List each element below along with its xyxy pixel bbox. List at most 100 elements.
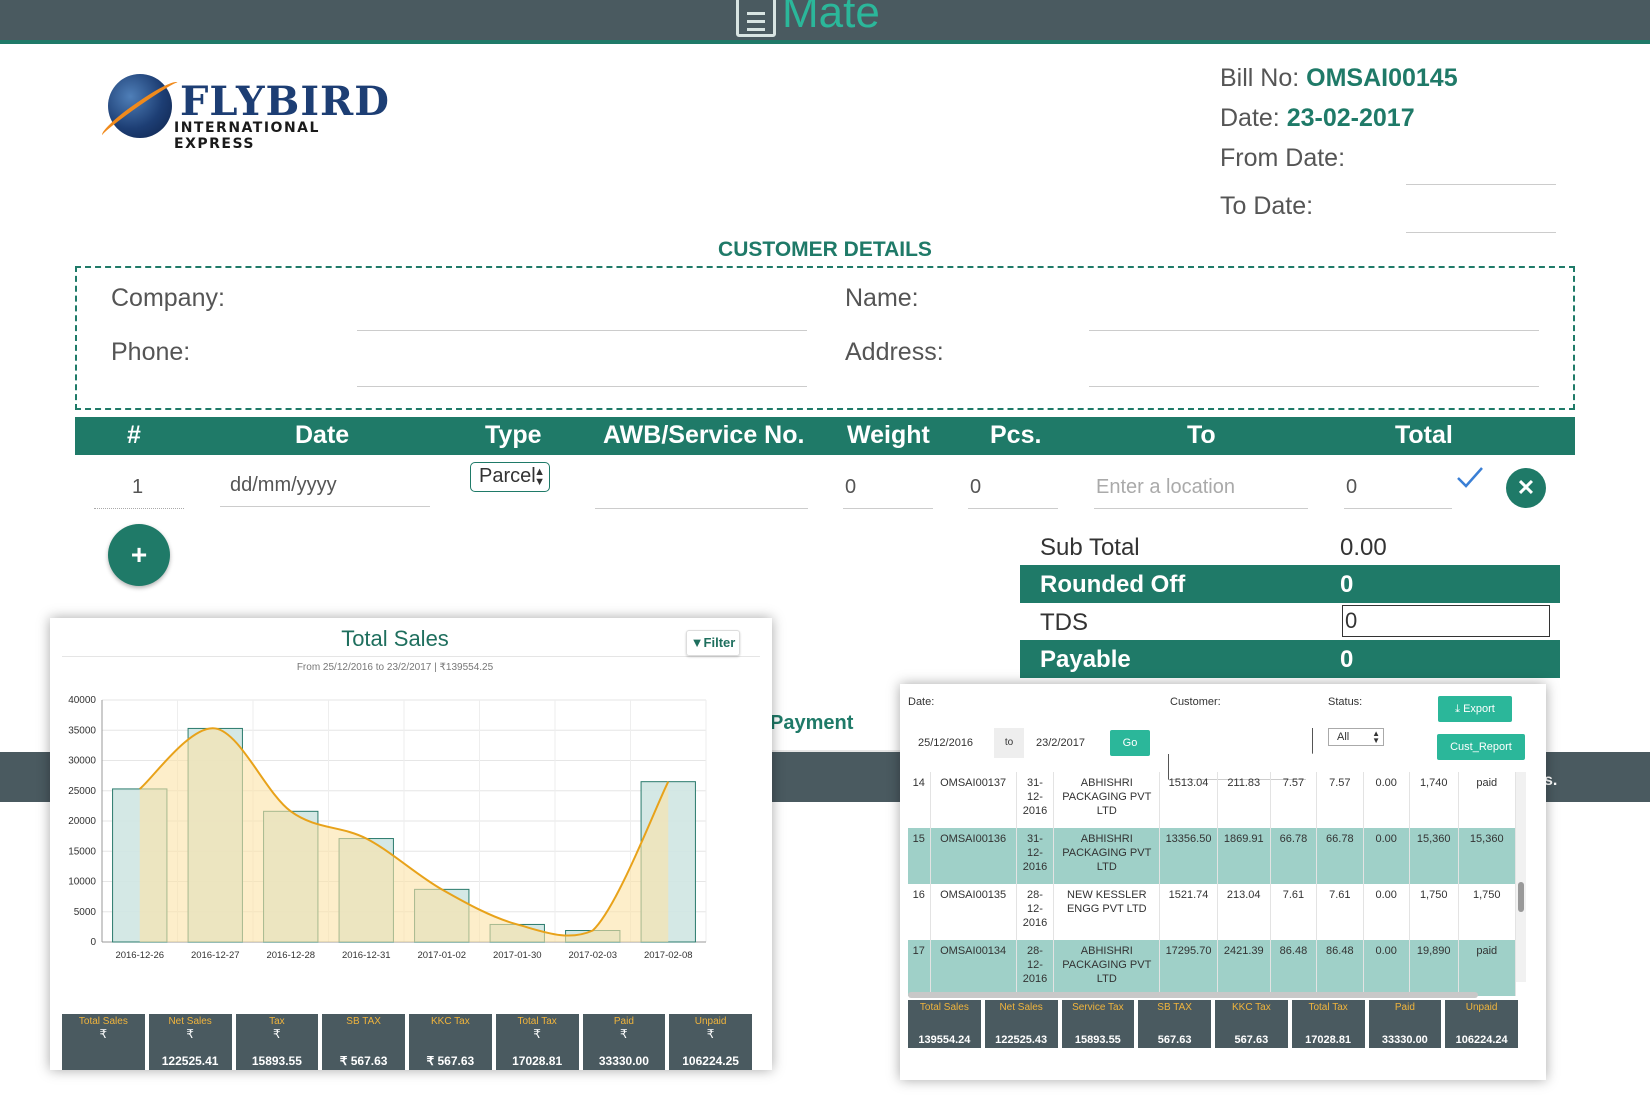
from-date-input[interactable] <box>1406 184 1556 185</box>
address-input[interactable] <box>1089 386 1539 387</box>
x-tick-label: 2017-01-02 <box>417 950 466 961</box>
currency-symbol: ₹ <box>533 1027 541 1041</box>
summary-heading: KKC Tax <box>431 1016 470 1027</box>
select-arrows-icon: ▲ ▼ <box>1372 729 1380 745</box>
sales-report-panel: Date: Customer: Status: ⤓ Export Cust_Re… <box>900 684 1546 1080</box>
export-button[interactable]: ⤓ Export <box>1438 696 1512 722</box>
go-button[interactable]: Go <box>1110 730 1150 756</box>
total-sales-panel: Total Sales From 25/12/2016 to 23/2/2017… <box>50 618 772 1070</box>
company-input[interactable] <box>357 330 807 331</box>
total-input[interactable]: 0 <box>1346 476 1357 499</box>
weight-input-line <box>843 508 933 509</box>
table-row[interactable]: 17 OMSAI00134 28- 12- 2016 ABHISHRI PACKAGING … <box>908 940 1516 996</box>
check-icon[interactable] <box>1456 466 1484 488</box>
rounded-off-row: Rounded Off 0 <box>1020 565 1560 603</box>
phone-input[interactable] <box>357 386 807 387</box>
chart-summary-cell: SB TAX ₹ 567.63 <box>322 1014 405 1070</box>
table-cell: 1,750 <box>1458 884 1516 940</box>
summary-value: 106224.24 <box>1455 1034 1508 1046</box>
table-cell: 213.04 <box>1217 884 1271 940</box>
table-cell: 1,740 <box>1409 772 1459 828</box>
rounded-off-label: Rounded Off <box>1040 571 1186 598</box>
app-logo: Mate <box>736 0 880 38</box>
report-from-date[interactable]: 25/12/2016 <box>918 728 973 758</box>
summary-value: 17028.81 <box>1305 1034 1352 1046</box>
band-text: s. <box>1544 772 1558 789</box>
report-date-label: Date: <box>908 696 935 708</box>
table-cell: ABHISHRI PACKAGING PVT LTD <box>1053 828 1161 884</box>
name-label: Name: <box>845 284 919 312</box>
col-pcs: Pcs. <box>990 421 1042 449</box>
payable-value: 0 <box>1340 646 1354 673</box>
table-cell: 17 <box>908 940 931 996</box>
to-location-input[interactable]: Enter a location <box>1096 476 1235 499</box>
type-select[interactable]: Parcel ▲ ▼ <box>470 462 550 492</box>
summary-value: 567.63 <box>1157 1034 1192 1046</box>
tds-input[interactable]: 0 <box>1342 605 1550 637</box>
col-date: Date <box>295 421 350 449</box>
name-input[interactable] <box>1089 330 1539 331</box>
bill-no-label: Bill No: <box>1220 64 1300 92</box>
report-hscrollbar[interactable] <box>908 992 1478 998</box>
company-logo: FLYBIRD INTERNATIONAL EXPRESS <box>96 68 396 152</box>
status-select-value: All <box>1337 731 1350 743</box>
col-awb: AWB/Service No. <box>603 421 805 449</box>
awb-input[interactable] <box>595 508 808 509</box>
report-scrollbar[interactable] <box>1516 772 1526 982</box>
chart-summary-cell: KKC Tax ₹ 567.63 <box>409 1014 492 1070</box>
table-cell: 14 <box>908 772 931 828</box>
status-select[interactable]: All ▲ ▼ <box>1328 728 1384 746</box>
scrollbar-thumb[interactable] <box>1518 882 1524 912</box>
currency-symbol: ₹ <box>620 1027 628 1041</box>
globe-icon <box>108 74 172 138</box>
summary-heading: KKC Tax <box>1232 1002 1271 1013</box>
table-cell: 15,360 <box>1458 828 1516 884</box>
pcs-input[interactable]: 0 <box>970 476 981 499</box>
to-date-input[interactable] <box>1406 232 1556 233</box>
table-cell: paid <box>1458 940 1516 996</box>
x-tick-label: 2016-12-28 <box>266 950 315 961</box>
app-title: Mate <box>782 0 880 37</box>
weight-input[interactable]: 0 <box>845 476 856 499</box>
filter-button[interactable]: ▼Filter <box>686 630 740 656</box>
y-tick-label: 0 <box>90 937 96 948</box>
chart-subtitle: From 25/12/2016 to 23/2/2017 | ₹139554.2… <box>296 662 494 673</box>
document-icon <box>736 0 776 37</box>
row-number: 1 <box>132 476 144 498</box>
table-row[interactable]: 14 OMSAI00137 31- 12- 2016 ABHISHRI PACKAGING … <box>908 772 1516 828</box>
bill-info: Bill No: OMSAI00145 Date: 23-02-2017 Fro… <box>1220 58 1458 226</box>
chart-summary-cell: Tax ₹15893.55 <box>235 1014 319 1070</box>
table-row[interactable]: 16 OMSAI00135 28- 12- 2016 NEW KESSLER ENGG PV… <box>908 884 1516 940</box>
currency-symbol: ₹ <box>99 1027 108 1041</box>
add-row-button[interactable]: + <box>108 524 170 586</box>
row-number-line <box>94 508 184 509</box>
table-cell: 1513.04 <box>1159 772 1218 828</box>
summary-heading: Service Tax <box>1072 1002 1124 1013</box>
chart-summary-cell: Total Sales ₹ <box>62 1014 145 1070</box>
table-cell: 7.57 <box>1316 772 1364 828</box>
y-tick-label: 10000 <box>68 877 96 888</box>
tds-label: TDS <box>1040 609 1088 636</box>
table-cell: 0.00 <box>1363 772 1410 828</box>
report-summary-cell: Paid 33330.00 <box>1368 1000 1442 1048</box>
date-input[interactable]: dd/mm/yyyy <box>230 474 337 497</box>
total-input-line <box>1344 508 1452 509</box>
export-label: Export <box>1463 703 1495 715</box>
summary-value: 139554.24 <box>918 1034 971 1046</box>
summary-heading: Total Tax <box>1308 1002 1348 1013</box>
phone-label: Phone: <box>111 338 191 366</box>
y-tick-label: 20000 <box>68 816 96 827</box>
remove-row-button[interactable]: ✕ <box>1506 468 1546 508</box>
col-num: # <box>127 421 141 449</box>
table-row[interactable]: 15 OMSAI00136 31- 12- 2016 ABHISHRI PACKAGING … <box>908 828 1516 884</box>
payable-label: Payable <box>1040 646 1131 673</box>
summary-heading: Total Sales <box>919 1002 969 1013</box>
report-to-date[interactable]: 23/2/2017 <box>1036 728 1085 758</box>
table-cell: 19,890 <box>1409 940 1459 996</box>
download-icon: ⤓ <box>1455 703 1464 715</box>
cust-report-button[interactable]: Cust_Report <box>1437 734 1525 760</box>
summary-heading: SB TAX <box>346 1016 381 1027</box>
payment-tab[interactable]: Payment <box>770 700 906 752</box>
table-cell: 28- 12- 2016 <box>1016 884 1055 940</box>
report-summary-cell: Total Tax 17028.81 <box>1291 1000 1365 1048</box>
